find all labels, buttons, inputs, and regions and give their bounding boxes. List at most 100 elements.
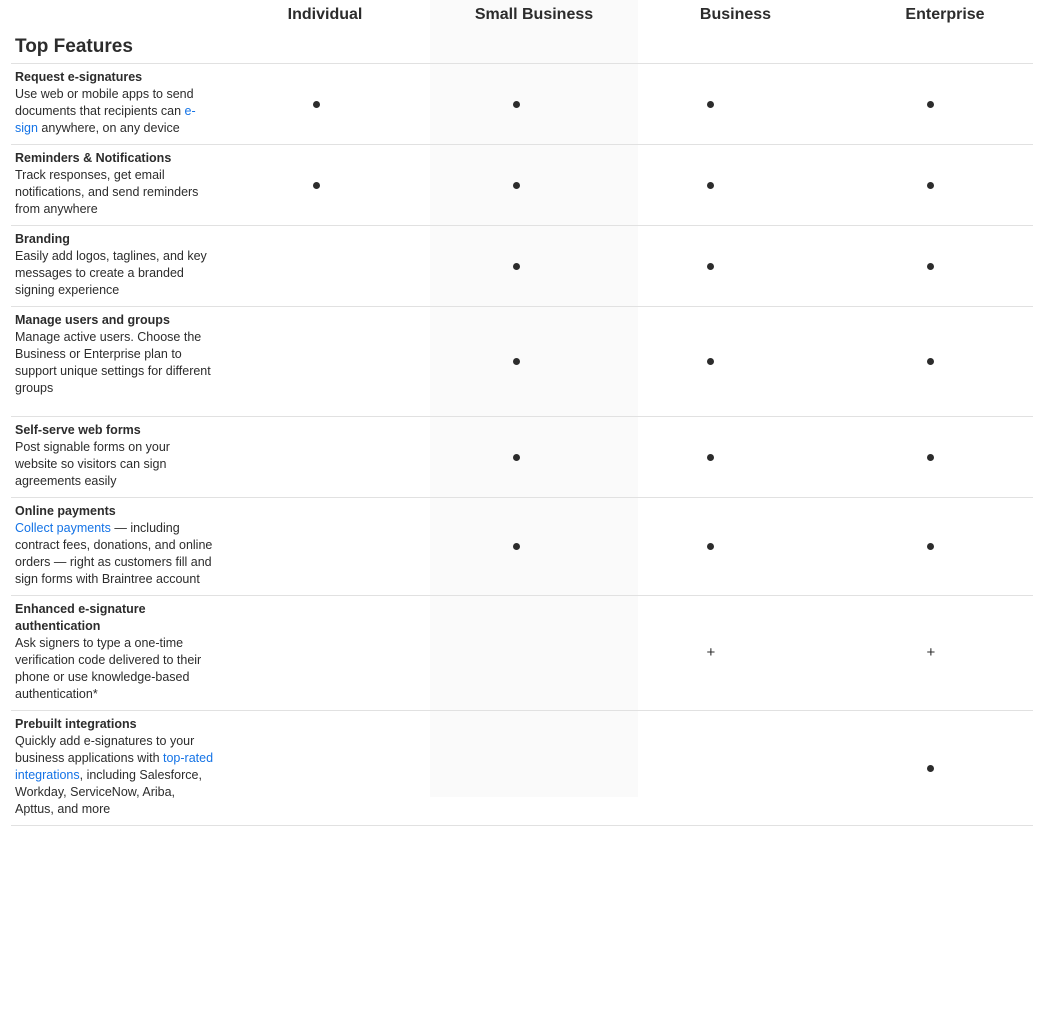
plan-cell-business xyxy=(616,306,805,417)
plan-header-enterprise: Enterprise xyxy=(905,6,985,23)
plan-cell-small-business xyxy=(416,595,617,711)
feature-cell: Request e-signatures Use web or mobile ap… xyxy=(11,63,216,145)
included-dot-icon xyxy=(927,100,935,108)
plan-cell-individual xyxy=(215,710,417,826)
plan-header-business: Business xyxy=(699,6,772,23)
plan-cell-small-business xyxy=(416,710,617,826)
feature-cell: Reminders & Notifications Track responses… xyxy=(11,144,216,226)
included-dot-icon xyxy=(513,262,521,270)
add-on-plus-icon: + xyxy=(926,644,936,661)
feature-text: Ask signers to type a one-time verificat… xyxy=(15,636,202,701)
feature-name: Branding xyxy=(15,232,70,246)
feature-cell: Manage users and groups Manage active use… xyxy=(11,306,216,417)
plan-cell-business xyxy=(616,144,805,226)
feature-description: Use web or mobile apps to send documents… xyxy=(15,86,215,137)
plan-cell-enterprise xyxy=(804,416,1033,498)
feature-text: Manage active users. Choose the Business… xyxy=(15,330,211,395)
included-dot-icon xyxy=(927,764,935,772)
plan-cell-business xyxy=(616,225,805,307)
included-dot-icon xyxy=(707,358,715,365)
feature-name: Reminders & Notifications xyxy=(15,151,172,165)
plan-cell-small-business xyxy=(416,306,617,417)
feature-description: Quickly add e-signatures to your busines… xyxy=(15,733,215,818)
plan-cell-individual xyxy=(215,595,417,711)
included-dot-icon xyxy=(513,100,521,108)
plan-header-individual: Individual xyxy=(287,6,363,23)
feature-link[interactable]: Collect payments xyxy=(15,521,111,535)
plan-cell-business xyxy=(616,416,805,498)
feature-name: Self-serve web forms xyxy=(15,423,141,437)
included-dot-icon xyxy=(707,100,715,108)
plan-cell-small-business xyxy=(416,225,617,307)
feature-row: Reminders & Notifications Track responses… xyxy=(11,144,1033,226)
plan-cell-individual xyxy=(215,225,417,307)
feature-name: Enhanced e-signature authentication xyxy=(15,602,146,633)
plan-cell-business xyxy=(616,710,805,826)
plan-header-small-business: Small Business xyxy=(474,6,594,23)
feature-row: Prebuilt integrations Quickly add e-signa… xyxy=(11,710,1033,826)
plan-cell-individual xyxy=(215,416,417,498)
included-dot-icon xyxy=(927,358,935,365)
plan-cell-enterprise xyxy=(804,497,1033,596)
section-title: Top Features xyxy=(15,36,133,57)
add-on-plus-icon: + xyxy=(706,644,716,661)
feature-cell: Enhanced e-signature authentication Ask s… xyxy=(11,595,216,711)
included-dot-icon xyxy=(927,543,935,550)
feature-row: Enhanced e-signature authentication Ask s… xyxy=(11,595,1033,711)
plan-cell-enterprise xyxy=(804,306,1033,417)
feature-description: Collect payments — including contract fe… xyxy=(15,520,215,588)
plan-cell-individual xyxy=(215,63,417,145)
feature-name: Request e-signatures xyxy=(15,70,143,84)
feature-comparison-table: Request e-signatures Use web or mobile ap… xyxy=(11,63,1033,826)
feature-cell: Online payments Collect payments — includ… xyxy=(11,497,216,596)
included-dot-icon xyxy=(312,100,320,108)
included-dot-icon xyxy=(707,543,715,550)
feature-name: Prebuilt integrations xyxy=(15,717,137,731)
feature-cell: Self-serve web forms Post signable forms … xyxy=(11,416,216,498)
plan-cell-individual xyxy=(215,306,417,417)
feature-cell: Prebuilt integrations Quickly add e-signa… xyxy=(11,710,216,826)
included-dot-icon xyxy=(707,453,715,461)
plan-cell-enterprise: + xyxy=(804,595,1033,711)
plan-cell-small-business xyxy=(416,416,617,498)
plan-cell-small-business xyxy=(416,497,617,596)
included-dot-icon xyxy=(513,453,521,461)
included-dot-icon xyxy=(513,358,521,365)
feature-description: Ask signers to type a one-time verificat… xyxy=(15,635,215,703)
plan-cell-business xyxy=(616,63,805,145)
included-dot-icon xyxy=(513,543,521,550)
included-dot-icon xyxy=(707,262,715,270)
plan-cell-business: + xyxy=(616,595,805,711)
feature-text: Easily add logos, taglines, and key mess… xyxy=(15,249,207,297)
plan-cell-enterprise xyxy=(804,710,1033,826)
plan-cell-enterprise xyxy=(804,63,1033,145)
plan-cell-enterprise xyxy=(804,225,1033,307)
feature-row: Request e-signatures Use web or mobile ap… xyxy=(11,63,1033,145)
included-dot-icon xyxy=(927,181,935,189)
plan-cell-enterprise xyxy=(804,144,1033,226)
feature-name: Manage users and groups xyxy=(15,313,170,327)
plan-cell-individual xyxy=(215,144,417,226)
feature-text: Use web or mobile apps to send documents… xyxy=(15,87,194,118)
feature-row: Branding Easily add logos, taglines, and … xyxy=(11,225,1033,307)
included-dot-icon xyxy=(707,181,715,189)
feature-description: Easily add logos, taglines, and key mess… xyxy=(15,248,215,299)
feature-text: Post signable forms on your website so v… xyxy=(15,440,170,488)
plan-cell-business xyxy=(616,497,805,596)
feature-row: Manage users and groups Manage active use… xyxy=(11,306,1033,417)
feature-name: Online payments xyxy=(15,504,116,518)
feature-row: Self-serve web forms Post signable forms … xyxy=(11,416,1033,498)
plan-cell-small-business xyxy=(416,144,617,226)
included-dot-icon xyxy=(312,181,320,189)
feature-text: Track responses, get email notifications… xyxy=(15,168,199,216)
included-dot-icon xyxy=(927,453,935,461)
feature-text: anywhere, on any device xyxy=(37,121,180,135)
plan-cell-individual xyxy=(215,497,417,596)
feature-cell: Branding Easily add logos, taglines, and … xyxy=(11,225,216,307)
included-dot-icon xyxy=(513,181,521,189)
plan-cell-small-business xyxy=(416,63,617,145)
feature-description: Manage active users. Choose the Business… xyxy=(15,329,215,397)
feature-description: Track responses, get email notifications… xyxy=(15,167,215,218)
feature-description: Post signable forms on your website so v… xyxy=(15,439,215,490)
feature-row: Online payments Collect payments — includ… xyxy=(11,497,1033,596)
